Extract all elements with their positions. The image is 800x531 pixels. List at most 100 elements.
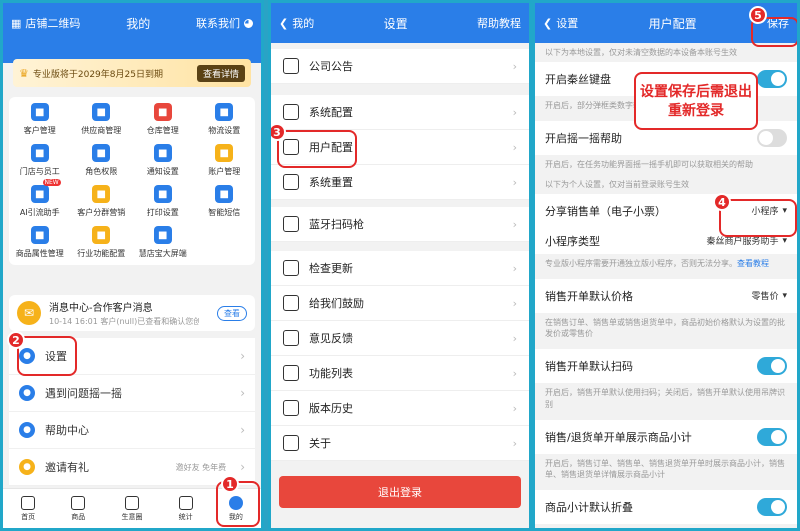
- chevron-right-icon: ›: [512, 366, 517, 380]
- grid-item[interactable]: ■ 通知设置: [132, 144, 194, 177]
- grid-item[interactable]: ■ 仓库管理: [132, 103, 194, 136]
- tab-label: 首页: [21, 512, 36, 521]
- grid-item[interactable]: ■ 账户管理: [194, 144, 256, 177]
- fold-setting-row: 商品小计默认折叠: [535, 490, 797, 525]
- price-note: 在销售订单、销售单或销售退货单中，商品初始价格默认为设置的批发价或零售价: [545, 317, 785, 339]
- settings-row[interactable]: 给我们鼓励 ›: [271, 286, 529, 321]
- contact-us-button[interactable]: 联系我们: [196, 15, 253, 31]
- highlight-user-config: [277, 130, 357, 168]
- chevron-right-icon: ›: [512, 59, 517, 73]
- grid-item[interactable]: ■ 物流设置: [194, 103, 256, 136]
- chevron-right-icon: ›: [512, 331, 517, 345]
- settings-row[interactable]: 关于 ›: [271, 426, 529, 461]
- settings-row[interactable]: 系统配置 ›: [271, 95, 529, 130]
- tab-item[interactable]: 商品: [71, 495, 86, 522]
- menu-icon: ●: [19, 459, 35, 475]
- mini-note: 专业版小程序需要开通独立版小程序，否则无法分享。查看教程: [545, 258, 769, 268]
- grid-item-label: 供应商管理: [81, 126, 122, 135]
- grid-item[interactable]: ■ 商品属性管理: [9, 226, 71, 259]
- vip-expiry-text: 专业版将于2029年8月25日到期: [32, 69, 163, 80]
- message-center-card[interactable]: ✉ 消息中心-合作客户消息 10-14 16:01 客户(null)已查看和确认…: [9, 295, 255, 331]
- grid-item[interactable]: ■ 慧店宝大屏端: [132, 226, 194, 259]
- scan-toggle[interactable]: [757, 357, 787, 376]
- printer-icon: ■: [153, 185, 172, 203]
- grid-item[interactable]: ■ 角色权限: [71, 144, 133, 177]
- tab-icon: [124, 495, 139, 510]
- grid-item[interactable]: ■ 打印设置: [132, 185, 194, 218]
- settings-row[interactable]: 意见反馈 ›: [271, 321, 529, 356]
- chevron-right-icon: ›: [512, 436, 517, 450]
- settings-row[interactable]: 蓝牙扫码枪 ›: [271, 207, 529, 242]
- fold-toggle[interactable]: [757, 498, 787, 517]
- settings-row[interactable]: 公司公告 ›: [271, 49, 529, 84]
- setting-icon: [283, 365, 299, 381]
- grid-item[interactable]: ■ 门店与员工: [9, 144, 71, 177]
- highlight-settings: [17, 336, 77, 376]
- bell-icon: ■: [153, 144, 172, 162]
- grid-item[interactable]: ■ 行业功能配置: [71, 226, 133, 259]
- grid-item[interactable]: ■ 客户分群营销: [71, 185, 133, 218]
- step-badge-2: 2: [7, 331, 25, 349]
- settings-row[interactable]: 版本历史 ›: [271, 391, 529, 426]
- subtotal-toggle[interactable]: [757, 427, 787, 446]
- screen-icon: ■: [153, 226, 172, 244]
- menu-item[interactable]: ● 邀请有礼 邀好友 免年费 ›: [9, 449, 255, 486]
- settings-row[interactable]: 检查更新 ›: [271, 251, 529, 286]
- keyboard-toggle[interactable]: [757, 70, 787, 89]
- my-topbar: ▦ 店铺二维码 我的 联系我们: [3, 3, 261, 43]
- caret-down-icon: ▾: [782, 290, 787, 301]
- message-title: 消息中心-合作客户消息: [49, 303, 153, 314]
- menu-item[interactable]: ● 遇到问题摇一摇 ›: [9, 375, 255, 412]
- caret-down-icon: ▾: [782, 235, 787, 246]
- shake-toggle[interactable]: [757, 129, 787, 148]
- settings-row-label: 蓝牙扫码枪: [309, 218, 364, 231]
- back-button[interactable]: ❮ 我的: [279, 15, 314, 31]
- subtotal-setting-row: 销售/退货单开单展示商品小计: [535, 419, 797, 454]
- store-qr-button[interactable]: ▦ 店铺二维码: [11, 15, 80, 31]
- tab-item[interactable]: 首页: [21, 495, 36, 522]
- envelope-icon: ✉: [17, 301, 41, 325]
- grid-item[interactable]: ■ 客户管理: [9, 103, 71, 136]
- grid-item[interactable]: ■ AI引流助手: [9, 179, 71, 218]
- page-title: 设置: [383, 16, 408, 31]
- logout-button[interactable]: 退出登录: [279, 476, 521, 508]
- setting-icon: [283, 58, 299, 74]
- grid-item-label: 商品属性管理: [15, 249, 64, 258]
- grid-item-label: 智能短信: [208, 208, 241, 217]
- chevron-right-icon: ›: [240, 460, 245, 474]
- step-badge-4: 4: [713, 193, 731, 211]
- vip-detail-button[interactable]: 查看详情: [196, 64, 245, 82]
- chevron-left-icon: ❮: [279, 16, 289, 30]
- tab-label: 生意圈: [121, 512, 143, 521]
- chevron-right-icon: ›: [240, 349, 245, 363]
- grid-item[interactable]: ■ 供应商管理: [71, 103, 133, 136]
- settings-row[interactable]: 系统重置 ›: [271, 165, 529, 200]
- tag-icon: ■: [30, 226, 49, 244]
- tab-icon: [178, 495, 193, 510]
- price-select[interactable]: 零售价 ▾: [751, 289, 787, 303]
- menu-icon: ●: [19, 422, 35, 438]
- price-setting-row: 销售开单默认价格 零售价 ▾: [535, 278, 797, 313]
- chevron-right-icon: ›: [512, 175, 517, 189]
- grid-item-label: 慧店宝大屏端: [138, 249, 187, 258]
- tab-item[interactable]: 生意圈: [121, 495, 143, 522]
- scan-note: 开启后，销售开单默认使用扫码；关闭后，销售开单默认使用吊牌识别: [545, 388, 785, 409]
- store-icon: ■: [30, 144, 49, 162]
- chevron-right-icon: ›: [240, 423, 245, 437]
- menu-item-label: 帮助中心: [45, 424, 89, 437]
- menu-item[interactable]: ● 帮助中心 ›: [9, 412, 255, 449]
- setting-icon: [283, 216, 299, 232]
- subtotal-note: 开启后，销售订单、销售单、销售退货单开单时展示商品小计，销售单、销售退货单详情展…: [545, 458, 785, 479]
- person-icon: ■: [30, 103, 49, 121]
- grid-item[interactable]: ■ 智能短信: [194, 185, 256, 218]
- view-tutorial-link[interactable]: 查看教程: [737, 259, 769, 268]
- tab-item[interactable]: 统计: [178, 495, 193, 522]
- chevron-right-icon: ›: [512, 217, 517, 231]
- back-button[interactable]: ❮ 设置: [543, 15, 578, 31]
- message-view-button[interactable]: 查看: [217, 305, 247, 321]
- setting-icon: [283, 400, 299, 416]
- settings-row[interactable]: 功能列表 ›: [271, 356, 529, 391]
- help-tutorial-link[interactable]: 帮助教程: [477, 15, 521, 31]
- setting-icon: [283, 174, 299, 190]
- chevron-right-icon: ›: [512, 105, 517, 119]
